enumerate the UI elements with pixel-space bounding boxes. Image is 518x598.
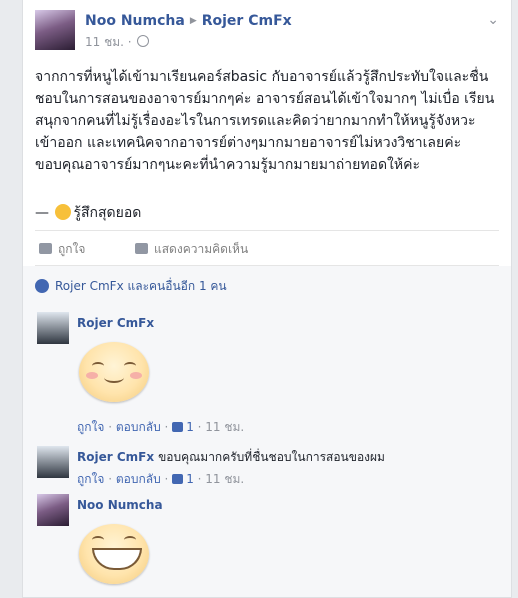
sticker-eye	[92, 536, 104, 544]
comment-icon	[135, 243, 148, 254]
comment-author[interactable]: Rojer CmFx	[77, 316, 154, 330]
comment-author-line: Rojer CmFx ขอบคุณมากครับที่ชื่นชอบในการสอ…	[77, 448, 385, 467]
sticker-cheek	[130, 372, 142, 379]
commenter-avatar[interactable]	[37, 494, 69, 526]
comment-like-count[interactable]: 1	[186, 420, 194, 434]
commenter-avatar[interactable]	[37, 446, 69, 478]
target-link[interactable]: Rojer CmFx	[202, 13, 292, 29]
comment-button[interactable]: แสดงความคิดเห็น	[135, 240, 248, 259]
post-header: Noo Numcha ▶ Rojer CmFx 11 ชม. · ⌄	[35, 10, 499, 58]
sticker-eye	[124, 362, 136, 370]
comments-section: Rojer CmFx ถูกใจ · ตอบกลับ · 1 · 11 ชม. …	[23, 302, 511, 597]
comment-text: ขอบคุณมากครับที่ชื่นชอบในการสอนของผม	[158, 450, 385, 464]
post-card: Noo Numcha ▶ Rojer CmFx 11 ชม. · ⌄ จากการท…	[22, 0, 512, 598]
likes-summary[interactable]: Rojer CmFx และคนอื่นอีก 1 คน	[23, 266, 511, 303]
sticker-grin	[92, 548, 142, 570]
comment-reply-link[interactable]: ตอบกลับ	[116, 472, 161, 486]
post-actions: ถูกใจ แสดงความคิดเห็น	[35, 230, 499, 266]
sticker-mouth	[104, 372, 124, 383]
post-author-line: Noo Numcha ▶ Rojer CmFx	[85, 13, 292, 29]
sticker-cheek	[86, 372, 98, 379]
comment-actions: ถูกใจ · ตอบกลับ · 1 · 11 ชม.	[77, 420, 245, 434]
globe-icon	[136, 35, 149, 47]
comment-actions: ถูกใจ · ตอบกลับ · 1 · 11 ชม.	[77, 472, 245, 486]
sticker-eye	[124, 536, 136, 544]
grinning-face-sticker	[79, 524, 149, 584]
sticker-eye	[92, 362, 104, 370]
comment-like-link[interactable]: ถูกใจ	[77, 420, 104, 434]
comment-like-link[interactable]: ถูกใจ	[77, 472, 104, 486]
chevron-down-icon[interactable]: ⌄	[487, 12, 499, 28]
author-avatar[interactable]	[35, 10, 75, 50]
post-feeling: — รู้สึกสุดยอด	[35, 204, 142, 221]
comment-author[interactable]: Rojer CmFx	[77, 450, 154, 464]
thumbs-up-icon	[172, 422, 184, 432]
comment-time[interactable]: 11 ชม.	[205, 420, 244, 434]
comment-author[interactable]: Noo Numcha	[77, 498, 163, 512]
feeling-emoji-icon	[55, 204, 72, 220]
post-meta: 11 ชม. ·	[85, 33, 149, 52]
author-link[interactable]: Noo Numcha	[85, 13, 185, 29]
comment-time[interactable]: 11 ชม.	[205, 472, 244, 486]
like-badge-icon	[35, 279, 49, 293]
thumbs-up-icon	[39, 243, 52, 254]
post-text: จากการที่หนูได้เข้ามาเรียนคอร์สbasic กับ…	[35, 69, 495, 173]
post-time[interactable]: 11 ชม.	[85, 35, 124, 49]
like-button[interactable]: ถูกใจ	[39, 240, 85, 259]
feeling-label[interactable]: รู้สึกสุดยอด	[73, 205, 141, 221]
arrow-right-icon: ▶	[189, 16, 197, 26]
smiling-face-sticker	[79, 342, 149, 402]
comment-reply-link[interactable]: ตอบกลับ	[116, 420, 161, 434]
comment-like-count[interactable]: 1	[186, 472, 194, 486]
thumbs-up-icon	[172, 474, 184, 484]
commenter-avatar[interactable]	[37, 312, 69, 344]
